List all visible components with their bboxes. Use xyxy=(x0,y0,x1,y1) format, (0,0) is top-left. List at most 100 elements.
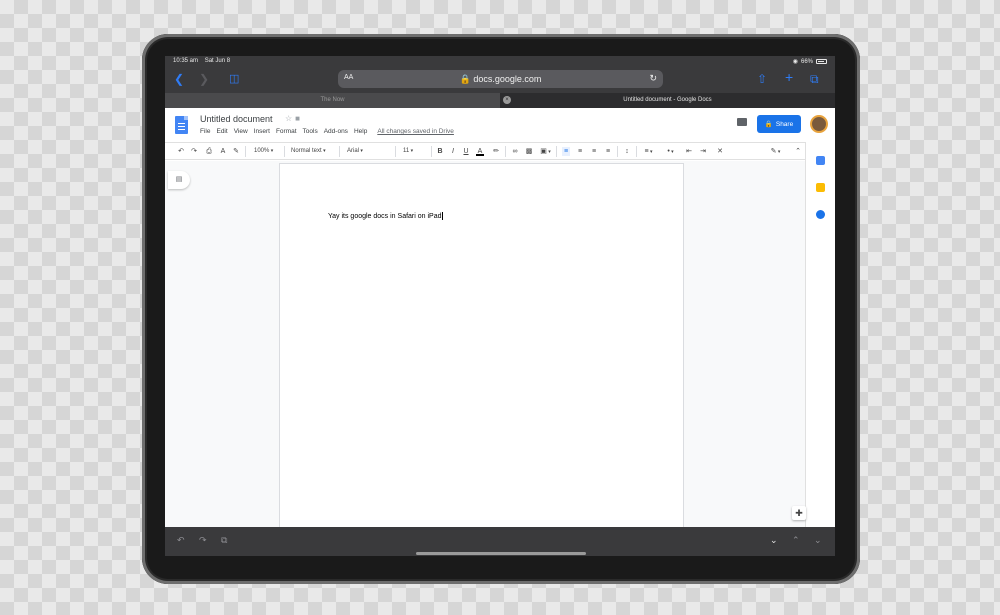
share-sheet-icon[interactable]: ⇧ xyxy=(757,72,767,86)
font-size-select[interactable]: 11 xyxy=(403,147,428,156)
italic-icon[interactable]: I xyxy=(449,147,457,156)
reload-icon[interactable]: ↻ xyxy=(649,73,657,84)
font-select[interactable]: Arial xyxy=(347,147,392,156)
print-icon[interactable]: ⎙ xyxy=(205,147,213,156)
toolbar-divider xyxy=(636,146,637,157)
star-icon[interactable]: ☆ xyxy=(285,114,295,123)
status-time: 10:35 am xyxy=(173,58,199,64)
title-actions: ☆■ xyxy=(285,114,303,123)
url-value: docs.google.com xyxy=(473,74,542,84)
font-size-value: 11 xyxy=(403,148,410,154)
keyboard-shortcut-bar: ↶ ↷ ⧉ ⌄ ⌃ ⌄ xyxy=(165,527,835,556)
style-select[interactable]: Normal text xyxy=(291,147,326,156)
collapse-menus-icon[interactable]: ⌃ xyxy=(794,147,802,156)
tabs-overview-icon[interactable]: ⧉ xyxy=(810,72,819,86)
docs-menu-bar: File Edit View Insert Format Tools Add-o… xyxy=(200,128,454,135)
tab-the-now[interactable]: The Now xyxy=(165,93,500,108)
wifi-icon: ◉ xyxy=(792,59,798,65)
lock-icon: 🔒 xyxy=(764,121,773,128)
bold-icon[interactable]: B xyxy=(436,147,444,156)
paste-icon[interactable]: ⧉ xyxy=(221,535,227,546)
toolbar-divider xyxy=(617,146,618,157)
highlight-icon[interactable]: ✏ xyxy=(492,147,500,156)
share-button[interactable]: 🔒 Share xyxy=(757,115,801,133)
status-date: Sat Jun 8 xyxy=(204,58,231,64)
calendar-icon[interactable] xyxy=(816,156,825,165)
undo-icon[interactable]: ↶ xyxy=(177,535,185,546)
underline-icon[interactable]: U xyxy=(462,147,470,156)
menu-file[interactable]: File xyxy=(200,128,210,135)
undo-icon[interactable]: ↶ xyxy=(177,147,185,156)
docs-header: Untitled document ☆■ File Edit View Inse… xyxy=(165,108,835,142)
toolbar-divider xyxy=(395,146,396,157)
body-text: Yay its google docs in Safari on iPad xyxy=(328,212,442,220)
zoom-select[interactable]: 100% xyxy=(254,147,273,156)
add-comment-icon[interactable]: ▩ xyxy=(525,147,533,156)
toolbar-divider xyxy=(431,146,432,157)
share-label: Share xyxy=(775,120,794,128)
toolbar-divider xyxy=(339,146,340,157)
numbered-list-icon[interactable]: ≡ xyxy=(641,147,656,156)
increase-indent-icon[interactable]: ⇥ xyxy=(699,147,707,156)
chevron-down-icon[interactable]: ⌄ xyxy=(814,535,822,546)
font-value: Arial xyxy=(347,148,360,154)
chevron-down-icon[interactable]: ⌄ xyxy=(770,535,778,546)
chevron-up-icon[interactable]: ⌃ xyxy=(792,535,800,546)
home-indicator[interactable] xyxy=(416,552,586,555)
close-tab-icon[interactable]: × xyxy=(503,96,511,104)
toolbar-divider xyxy=(245,146,246,157)
menu-edit[interactable]: Edit xyxy=(216,128,227,135)
safari-toolbar: ❮ ❯ ◫ AA 🔒 docs.google.com ↻ ⇧ + ⧉ xyxy=(165,68,835,93)
align-justify-icon[interactable]: ≡ xyxy=(604,147,612,156)
folder-icon[interactable]: ■ xyxy=(295,114,303,123)
new-tab-icon[interactable]: + xyxy=(785,70,793,84)
menu-tools[interactable]: Tools xyxy=(303,128,318,135)
align-center-icon[interactable]: ≡ xyxy=(576,147,584,156)
save-status[interactable]: All changes saved in Drive xyxy=(377,128,454,135)
back-icon[interactable]: ❮ xyxy=(174,72,184,86)
editing-mode-icon[interactable]: ✎ xyxy=(768,147,783,156)
toolbar-divider xyxy=(556,146,557,157)
link-icon[interactable]: ∞ xyxy=(511,147,519,156)
redo-icon[interactable]: ↷ xyxy=(199,535,207,546)
keep-icon[interactable] xyxy=(816,183,825,192)
menu-help[interactable]: Help xyxy=(354,128,367,135)
decrease-indent-icon[interactable]: ⇤ xyxy=(685,147,693,156)
text-cursor xyxy=(441,212,443,220)
text-color-icon[interactable]: A xyxy=(476,147,484,156)
menu-format[interactable]: Format xyxy=(276,128,297,135)
clear-formatting-icon[interactable]: ✕ xyxy=(716,147,724,156)
align-right-icon[interactable]: ≡ xyxy=(590,147,598,156)
document-body[interactable]: Yay its google docs in Safari on iPad xyxy=(328,212,443,220)
align-left-icon[interactable]: ≡ xyxy=(562,147,570,156)
tab-label: Untitled document - Google Docs xyxy=(623,97,712,103)
docs-logo-icon[interactable] xyxy=(175,116,188,134)
forward-icon[interactable]: ❯ xyxy=(199,72,209,86)
line-spacing-icon[interactable]: ↕ xyxy=(623,147,631,156)
explore-icon[interactable]: ✚ xyxy=(792,506,806,520)
redo-icon[interactable]: ↷ xyxy=(190,147,198,156)
bulleted-list-icon[interactable]: • xyxy=(663,147,678,156)
menu-view[interactable]: View xyxy=(234,128,248,135)
document-title[interactable]: Untitled document xyxy=(200,114,273,124)
status-bar: 10:35 am Sat Jun 8 ◉ 66% xyxy=(165,56,835,68)
document-canvas: ▤ Yay its google docs in Safari on iPad xyxy=(165,161,805,534)
document-page[interactable]: Yay its google docs in Safari on iPad xyxy=(280,164,683,534)
menu-add-ons[interactable]: Add-ons xyxy=(324,128,348,135)
toolbar-divider xyxy=(505,146,506,157)
menu-insert[interactable]: Insert xyxy=(254,128,270,135)
tasks-icon[interactable] xyxy=(816,210,825,219)
insert-image-icon[interactable]: ▣ xyxy=(538,147,553,156)
url-text: 🔒 docs.google.com xyxy=(338,74,663,85)
sidebar-icon[interactable]: ◫ xyxy=(229,72,239,86)
comments-icon[interactable] xyxy=(737,118,747,126)
tab-google-docs[interactable]: Untitled document - Google Docs xyxy=(500,93,835,108)
battery-percent: 66% xyxy=(800,58,813,65)
avatar[interactable] xyxy=(810,115,828,133)
spellcheck-icon[interactable]: A xyxy=(219,147,227,156)
paint-format-icon[interactable]: ✎ xyxy=(232,147,240,156)
outline-icon[interactable]: ▤ xyxy=(168,171,190,189)
formatting-toolbar: ↶ ↷ ⎙ A ✎ 100% Normal text Arial 11 B I … xyxy=(165,142,805,160)
address-bar[interactable]: AA 🔒 docs.google.com ↻ xyxy=(338,70,663,88)
status-time-date: 10:35 am Sat Jun 8 xyxy=(173,58,230,64)
